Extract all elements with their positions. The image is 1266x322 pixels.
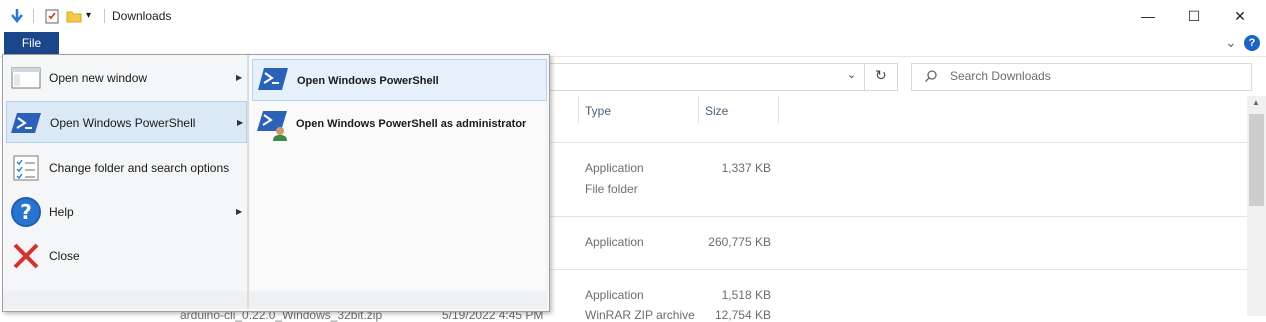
menu-item-close[interactable]: Close [6,235,247,277]
tab-file[interactable]: File [4,32,59,54]
scroll-up-icon[interactable]: ▲ [1252,98,1260,107]
menu-item-label: Open Windows PowerShell [50,116,196,130]
column-divider[interactable] [778,96,779,124]
submenu-item-label: Open Windows PowerShell [297,75,439,87]
column-divider[interactable] [578,96,579,124]
help-icon: ? [10,196,42,228]
group-divider [548,216,1248,217]
file-size: 260,775 KB [708,235,771,249]
window-title: Downloads [112,9,172,23]
submenu-item-label: Open Windows PowerShell as administrator [296,118,527,130]
file-type: Application [585,161,644,175]
submenu-item-open-powershell-admin[interactable]: Open Windows PowerShell as administrator [252,103,547,145]
file-size: 1,518 KB [721,288,771,302]
menu-item-label: Close [49,249,80,263]
customize-toolbar-icon[interactable]: ▾ [86,10,102,26]
submenu-arrow-icon: ▶ [236,207,243,216]
scrollbar-thumb[interactable] [1249,114,1264,206]
powershell-icon [11,107,43,139]
column-divider[interactable] [698,96,699,124]
menu-divider [247,55,249,308]
menu-item-label: Change folder and search options [49,161,230,175]
column-header-type[interactable]: Type [585,104,611,118]
group-divider [548,142,1248,143]
submenu-arrow-icon: ▶ [236,73,243,82]
maximize-button[interactable]: ☐ [1171,0,1217,32]
file-type: File folder [585,182,638,196]
search-placeholder: Search Downloads [950,69,1051,83]
toolbar-separator [33,9,34,23]
column-header-size[interactable]: Size [705,104,728,118]
new-folder-icon[interactable] [66,8,82,24]
help-icon[interactable]: ? [1244,35,1260,51]
expand-ribbon-icon[interactable]: ⌄ [1225,34,1237,51]
menu-item-open-new-window[interactable]: Open new window ▶ [6,57,247,99]
menu-item-folder-options[interactable]: Change folder and search options [6,147,247,189]
file-size: 12,754 KB [714,308,771,322]
address-divider [864,64,865,90]
menu-item-help[interactable]: ? Help ▶ [6,191,247,233]
submenu-arrow-icon: ▶ [237,118,244,127]
title-bar: ▾ Downloads — ☐ ✕ [0,0,1266,32]
toolbar-separator [104,9,105,23]
menu-item-label: Open new window [49,71,148,85]
minimize-button[interactable]: — [1125,0,1171,32]
submenu-item-open-powershell[interactable]: Open Windows PowerShell [252,59,547,101]
address-bar[interactable]: ⌄ ↻ [540,63,898,91]
group-divider [548,269,1248,270]
powershell-icon [258,66,290,98]
powershell-admin-icon [257,109,289,141]
folder-options-icon [10,152,42,184]
file-type: Application [585,235,644,249]
file-menu-footer [3,291,547,309]
down-arrow-icon[interactable] [9,8,25,24]
search-icon [924,69,938,86]
menu-item-label: Help [49,205,74,219]
svg-text:?: ? [20,200,32,224]
menu-item-open-powershell[interactable]: Open Windows PowerShell ▶ [6,101,247,143]
properties-icon[interactable] [44,8,60,24]
refresh-icon[interactable]: ↻ [875,67,887,84]
close-icon [10,240,42,272]
file-size: 1,337 KB [721,161,771,175]
new-window-icon [10,62,42,94]
close-window-button[interactable]: ✕ [1217,0,1263,32]
file-type: WinRAR ZIP archive [585,308,695,322]
chevron-down-icon[interactable]: ⌄ [847,68,856,81]
file-type: Application [585,288,644,302]
